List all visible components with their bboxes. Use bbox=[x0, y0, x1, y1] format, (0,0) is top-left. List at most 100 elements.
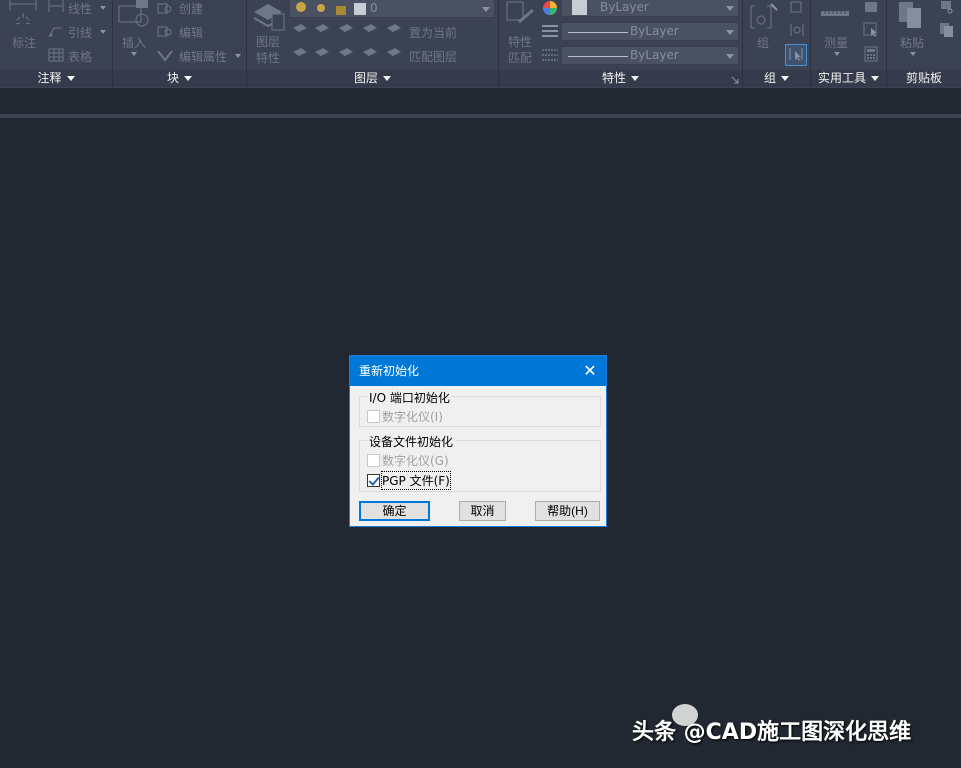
caret-down-icon bbox=[781, 76, 789, 81]
line-preview bbox=[568, 56, 628, 57]
device-file-group-label: 设备文件初始化 bbox=[367, 433, 456, 450]
match-properties-icon bbox=[506, 1, 534, 24]
insert-dropdown-icon[interactable] bbox=[131, 52, 137, 56]
pgp-file-checkbox[interactable] bbox=[367, 473, 380, 487]
edit-attribute-dropdown-icon[interactable] bbox=[235, 54, 241, 58]
measure-icon bbox=[821, 11, 849, 16]
chevron-down-icon bbox=[726, 54, 734, 59]
device-file-group: 设备文件初始化 数字化仪(G) PGP 文件(F) bbox=[359, 433, 601, 492]
calculator-icon[interactable] bbox=[864, 46, 878, 62]
chevron-down-icon bbox=[482, 7, 490, 12]
viewport-separator bbox=[0, 114, 961, 118]
group-button[interactable]: 组 bbox=[757, 34, 769, 51]
edit-block-icon bbox=[157, 26, 172, 37]
table-icon bbox=[48, 48, 64, 62]
table-button[interactable]: 表格 bbox=[68, 48, 92, 65]
panel-clipboard: 粘贴 剪贴板 bbox=[887, 0, 961, 88]
panel-layers: 图层特性 0 置为当前 匹配图层 图层 bbox=[247, 0, 499, 88]
help-button[interactable]: 帮助(H) bbox=[535, 501, 600, 521]
edit-attribute-button[interactable]: 编辑属性 bbox=[179, 48, 227, 65]
edit-block-button[interactable]: 编辑 bbox=[179, 24, 203, 41]
layer-dropdown[interactable]: 0 bbox=[289, 0, 495, 18]
set-current-button[interactable]: 置为当前 bbox=[409, 24, 457, 41]
caret-down-icon bbox=[66, 76, 75, 81]
cursor-icon bbox=[789, 48, 803, 61]
linetype-dropdown[interactable]: ByLayer bbox=[561, 46, 739, 65]
chevron-down-icon bbox=[726, 6, 734, 11]
lineweight-dropdown[interactable]: ByLayer bbox=[561, 22, 739, 41]
match-layer-button[interactable]: 匹配图层 bbox=[409, 48, 457, 65]
edit-attribute-icon bbox=[157, 50, 173, 62]
panel-properties: 特性匹配 ByLayer ByLayer ByLayer 特性 bbox=[499, 0, 743, 88]
io-port-group-label: I/O 端口初始化 bbox=[367, 389, 452, 406]
paste-dropdown-icon[interactable] bbox=[910, 52, 916, 56]
layer-state-icons bbox=[296, 2, 366, 15]
measure-button[interactable]: 测量 bbox=[824, 34, 848, 51]
layer-properties-icon bbox=[253, 4, 285, 31]
panel-title-layers[interactable]: 图层 bbox=[247, 70, 498, 87]
linetype-value: ByLayer bbox=[630, 48, 679, 62]
lineweight-icon bbox=[542, 25, 558, 37]
layer-value: 0 bbox=[370, 1, 378, 15]
panel-title-annotation[interactable]: 注释 bbox=[0, 70, 112, 87]
quick-select-icon[interactable] bbox=[863, 0, 879, 14]
close-icon[interactable]: ✕ bbox=[574, 356, 606, 386]
caret-down-icon bbox=[383, 76, 391, 81]
ungroup-icon[interactable] bbox=[789, 0, 803, 14]
io-digitizer-option[interactable]: 数字化仪(I) bbox=[367, 408, 443, 424]
io-digitizer-label: 数字化仪(I) bbox=[382, 409, 443, 424]
leader-dropdown-icon[interactable] bbox=[100, 30, 106, 34]
color-dropdown[interactable]: ByLayer bbox=[561, 0, 739, 17]
linetype-icon bbox=[542, 49, 558, 61]
ribbon: 标注 线性 引线 表格 注释 插入 创建 编辑 编辑属性 块 图层特性 0 置为… bbox=[0, 0, 961, 88]
panel-utilities: 测量 实用工具 bbox=[811, 0, 887, 88]
panel-group: 组 组 bbox=[743, 0, 811, 88]
panel-annotation: 标注 线性 引线 表格 注释 bbox=[0, 0, 113, 88]
caret-down-icon bbox=[631, 76, 639, 81]
linear-button[interactable]: 线性 bbox=[68, 0, 92, 17]
group-selection-toggle[interactable] bbox=[785, 44, 807, 66]
copy-icon[interactable] bbox=[939, 22, 955, 38]
select-all-icon[interactable] bbox=[863, 22, 879, 38]
chevron-down-icon bbox=[726, 30, 734, 35]
cancel-button[interactable]: 取消 bbox=[459, 501, 506, 521]
color-wheel-icon bbox=[543, 1, 557, 15]
dimension-button[interactable]: 标注 bbox=[12, 34, 36, 51]
device-digitizer-checkbox[interactable] bbox=[367, 453, 380, 467]
lineweight-value: ByLayer bbox=[630, 24, 679, 38]
insert-icon bbox=[118, 0, 149, 27]
device-digitizer-option[interactable]: 数字化仪(G) bbox=[367, 452, 449, 468]
group-edit-icon[interactable] bbox=[789, 22, 805, 38]
line-preview bbox=[568, 32, 628, 33]
measure-dropdown-icon[interactable] bbox=[834, 52, 840, 56]
dialog-launcher-icon[interactable] bbox=[731, 76, 739, 84]
create-block-icon bbox=[157, 3, 172, 14]
cut-icon[interactable] bbox=[939, 0, 955, 14]
caret-down-icon bbox=[871, 76, 879, 81]
io-digitizer-checkbox[interactable] bbox=[367, 409, 380, 423]
group-icon bbox=[750, 3, 778, 29]
panel-title-properties[interactable]: 特性 bbox=[499, 70, 742, 87]
pgp-file-option[interactable]: PGP 文件(F) bbox=[367, 470, 451, 490]
io-port-group: I/O 端口初始化 数字化仪(I) bbox=[359, 389, 601, 427]
layer-properties-button[interactable]: 图层特性 bbox=[256, 34, 282, 66]
leader-icon bbox=[48, 27, 62, 38]
watermark-text: 头条 @CAD施工图深化思维 bbox=[632, 720, 912, 745]
create-block-button[interactable]: 创建 bbox=[179, 0, 203, 17]
panel-title-block[interactable]: 块 bbox=[113, 70, 246, 87]
dimension-icon bbox=[9, 0, 37, 25]
caret-down-icon bbox=[184, 76, 192, 81]
color-value: ByLayer bbox=[600, 0, 649, 14]
dialog-titlebar[interactable]: 重新初始化 ✕ bbox=[350, 356, 606, 386]
linear-icon bbox=[48, 0, 64, 12]
linear-dropdown-icon[interactable] bbox=[100, 6, 106, 10]
match-properties-button[interactable]: 特性匹配 bbox=[508, 34, 534, 66]
ok-button[interactable]: 确定 bbox=[359, 501, 430, 521]
leader-button[interactable]: 引线 bbox=[68, 24, 92, 41]
reinit-dialog: 重新初始化 ✕ I/O 端口初始化 数字化仪(I) 设备文件初始化 数字化仪(G… bbox=[349, 355, 607, 527]
panel-title-group[interactable]: 组 bbox=[743, 70, 810, 87]
panel-title-utilities[interactable]: 实用工具 bbox=[811, 70, 886, 87]
insert-button[interactable]: 插入 bbox=[122, 34, 146, 51]
paste-button[interactable]: 粘贴 bbox=[900, 34, 924, 51]
dialog-title: 重新初始化 bbox=[359, 364, 420, 378]
